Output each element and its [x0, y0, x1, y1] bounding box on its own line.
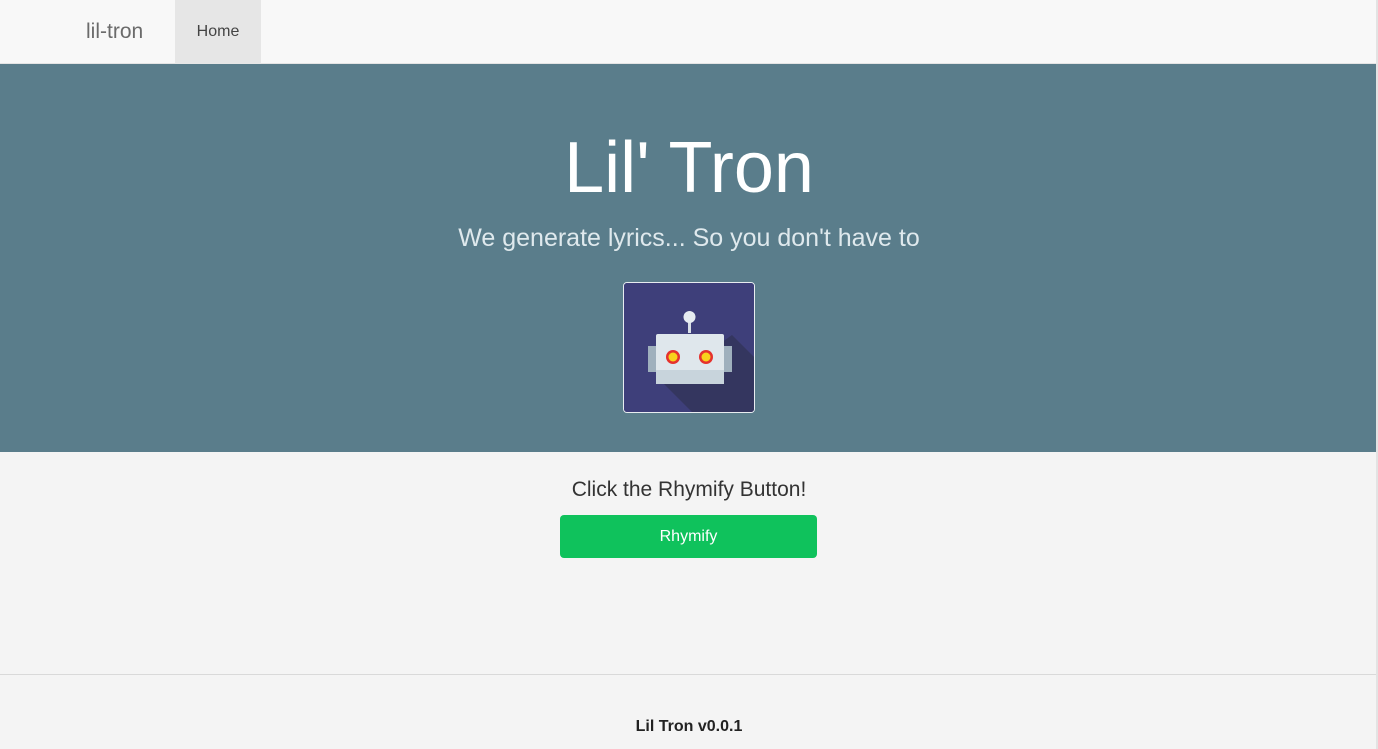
robot-icon: [624, 283, 754, 412]
brand-link[interactable]: lil-tron: [86, 0, 143, 64]
robot-logo-image: [623, 282, 755, 413]
top-navbar: lil-tron Home: [0, 0, 1378, 64]
hero-banner: Lil' Tron We generate lyrics... So you d…: [0, 64, 1378, 452]
footer-version: Lil Tron v0.0.1: [635, 718, 743, 735]
rhymify-button[interactable]: Rhymify: [560, 515, 817, 558]
nav-tab-home[interactable]: Home: [175, 0, 261, 64]
rhymify-prompt: Click the Rhymify Button!: [571, 478, 807, 501]
hero-subtitle: We generate lyrics... So you don't have …: [458, 224, 920, 252]
footer-divider: [0, 674, 1378, 675]
hero-title: Lil' Tron: [564, 128, 814, 208]
